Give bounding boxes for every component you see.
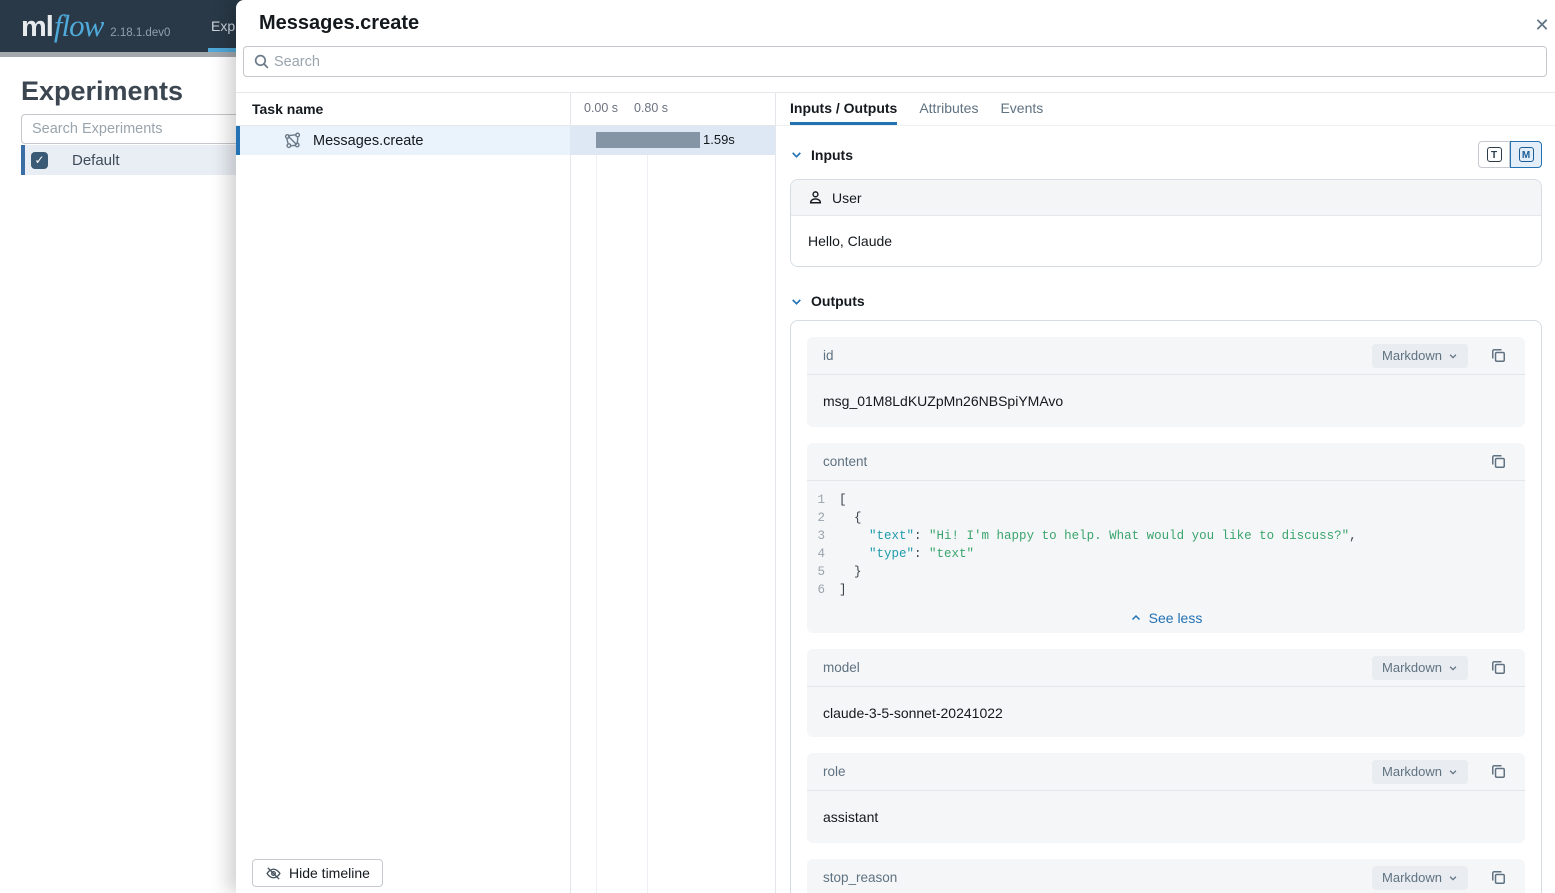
field-value: msg_01M8LdKUZpMn26NBSpiYMAvo [807, 375, 1525, 427]
page-divider [0, 52, 236, 57]
field-header: id Markdown [807, 337, 1525, 375]
text-mode-button[interactable]: T [1478, 141, 1510, 168]
output-field-content: content 1[2 {3 "text": "Hi! I'm happy to… [807, 443, 1525, 633]
trace-search-input[interactable] [243, 46, 1547, 77]
user-icon [808, 190, 823, 205]
tab-inputs-outputs[interactable]: Inputs / Outputs [790, 93, 897, 125]
span-row-task-cell[interactable]: Messages.create [236, 126, 570, 155]
copy-icon[interactable] [1484, 453, 1513, 470]
input-message-text: Hello, Claude [791, 216, 1541, 266]
json-code-block[interactable]: 1[2 {3 "text": "Hi! I'm happy to help. W… [807, 481, 1525, 603]
output-field-id: id Markdown msg_01M8LdKUZpMn26NBSpiYMAvo [807, 337, 1525, 427]
field-header: content [807, 443, 1525, 481]
output-field-stop-reason: stop_reason Markdown [807, 859, 1525, 893]
field-header: model Markdown [807, 649, 1525, 687]
mlflow-logo[interactable]: mlflow 2.18.1.dev0 [21, 8, 170, 44]
timeline-tick-0: 0.00 s [584, 101, 618, 115]
span-row-timeline-cell[interactable]: 1.59s [570, 126, 775, 155]
renderer-select[interactable]: Markdown [1372, 866, 1468, 890]
nav-tab-experiments[interactable]: Exp [211, 0, 235, 52]
experiment-checkbox[interactable]: ✓ [31, 152, 48, 169]
chevron-down-icon [1448, 767, 1458, 777]
span-row-messages-create[interactable]: Messages.create 1.59s [236, 126, 775, 155]
drawer-header: Messages.create ✕ [236, 0, 1555, 46]
detail-tabs: Inputs / Outputs Attributes Events [776, 93, 1555, 126]
copy-icon[interactable] [1484, 869, 1513, 886]
copy-icon[interactable] [1484, 659, 1513, 676]
task-name-column-header: Task name [252, 101, 323, 117]
render-mode-toggle: T M [1478, 141, 1542, 168]
trace-title: Messages.create [259, 12, 419, 35]
field-name: model [823, 660, 860, 675]
chevron-down-icon [1448, 873, 1458, 883]
field-header: role Markdown [807, 753, 1525, 791]
timeline-tick-1: 0.80 s [634, 101, 668, 115]
chevron-down-icon[interactable] [790, 148, 803, 161]
timeline-gridline [596, 126, 597, 893]
renderer-label: Markdown [1382, 348, 1442, 363]
field-name: id [823, 348, 834, 363]
chevron-down-icon [1448, 351, 1458, 361]
chevron-down-icon [1448, 663, 1458, 673]
span-tree-panel: Task name 0.00 s 0.80 s Messages.create [236, 93, 775, 893]
text-mode-icon: T [1487, 147, 1502, 162]
renderer-label: Markdown [1382, 870, 1442, 885]
see-less-label: See less [1149, 610, 1203, 626]
copy-icon[interactable] [1484, 763, 1513, 780]
outputs-section-label: Outputs [811, 293, 865, 309]
close-icon[interactable]: ✕ [1531, 14, 1553, 36]
markdown-mode-button[interactable]: M [1510, 141, 1542, 168]
input-message-header: User [791, 180, 1541, 216]
timeline-column-divider [570, 93, 571, 893]
span-detail-panel: Inputs / Outputs Attributes Events Input… [775, 93, 1555, 893]
input-message-card: User Hello, Claude [790, 179, 1542, 267]
field-name: role [823, 764, 846, 779]
drawer-body: Task name 0.00 s 0.80 s Messages.create [236, 92, 1555, 893]
span-name: Messages.create [313, 133, 423, 149]
trace-search-wrap [236, 46, 1555, 92]
field-value: assistant [807, 791, 1525, 843]
outputs-section-header: Outputs [790, 293, 1542, 309]
chevron-down-icon[interactable] [790, 295, 803, 308]
timeline-gridline [647, 126, 648, 893]
field-name: content [823, 454, 867, 469]
eye-off-icon [265, 865, 282, 882]
field-value: claude-3-5-sonnet-20241022 [807, 687, 1525, 737]
tab-attributes[interactable]: Attributes [919, 93, 978, 125]
renderer-select[interactable]: Markdown [1372, 760, 1468, 784]
logo-ml-text: ml [21, 11, 53, 44]
inputs-section-header: Inputs T M [790, 141, 1542, 168]
markdown-mode-icon: M [1519, 147, 1534, 162]
hide-timeline-label: Hide timeline [289, 865, 370, 881]
outputs-card: id Markdown msg_01M8LdKUZpMn26NBSpiYMAvo… [790, 320, 1542, 893]
see-less-link[interactable]: See less [807, 603, 1525, 633]
renderer-select[interactable]: Markdown [1372, 656, 1468, 680]
span-duration: 1.59s [703, 132, 735, 147]
search-icon [253, 53, 270, 73]
detail-scroll-area[interactable]: Inputs T M User Hello, Claude [776, 126, 1555, 893]
app-root: mlflow 2.18.1.dev0 Exp Experiments ✓ Def… [0, 0, 1555, 893]
copy-icon[interactable] [1484, 347, 1513, 364]
tree-header-row: Task name 0.00 s 0.80 s [236, 93, 775, 126]
renderer-label: Markdown [1382, 764, 1442, 779]
trace-span-icon [284, 132, 301, 149]
chevron-up-icon [1130, 612, 1142, 624]
experiment-label: Default [72, 152, 120, 169]
tab-events[interactable]: Events [1000, 93, 1043, 125]
logo-flow-text: flow [54, 8, 103, 44]
version-label: 2.18.1.dev0 [110, 27, 170, 39]
renderer-label: Markdown [1382, 660, 1442, 675]
field-name: stop_reason [823, 870, 897, 885]
timeline-bar[interactable] [596, 132, 700, 148]
experiments-page: Experiments ✓ Default [0, 52, 236, 893]
page-title: Experiments [21, 76, 183, 107]
hide-timeline-button[interactable]: Hide timeline [252, 859, 383, 887]
output-field-role: role Markdown assistant [807, 753, 1525, 843]
renderer-select[interactable]: Markdown [1372, 344, 1468, 368]
input-message-role: User [832, 190, 862, 206]
trace-drawer: Messages.create ✕ Task name 0.00 s 0.80 … [236, 0, 1555, 893]
inputs-section-label: Inputs [811, 147, 853, 163]
field-header: stop_reason Markdown [807, 859, 1525, 893]
output-field-model: model Markdown claude-3-5-sonnet-2024102… [807, 649, 1525, 737]
